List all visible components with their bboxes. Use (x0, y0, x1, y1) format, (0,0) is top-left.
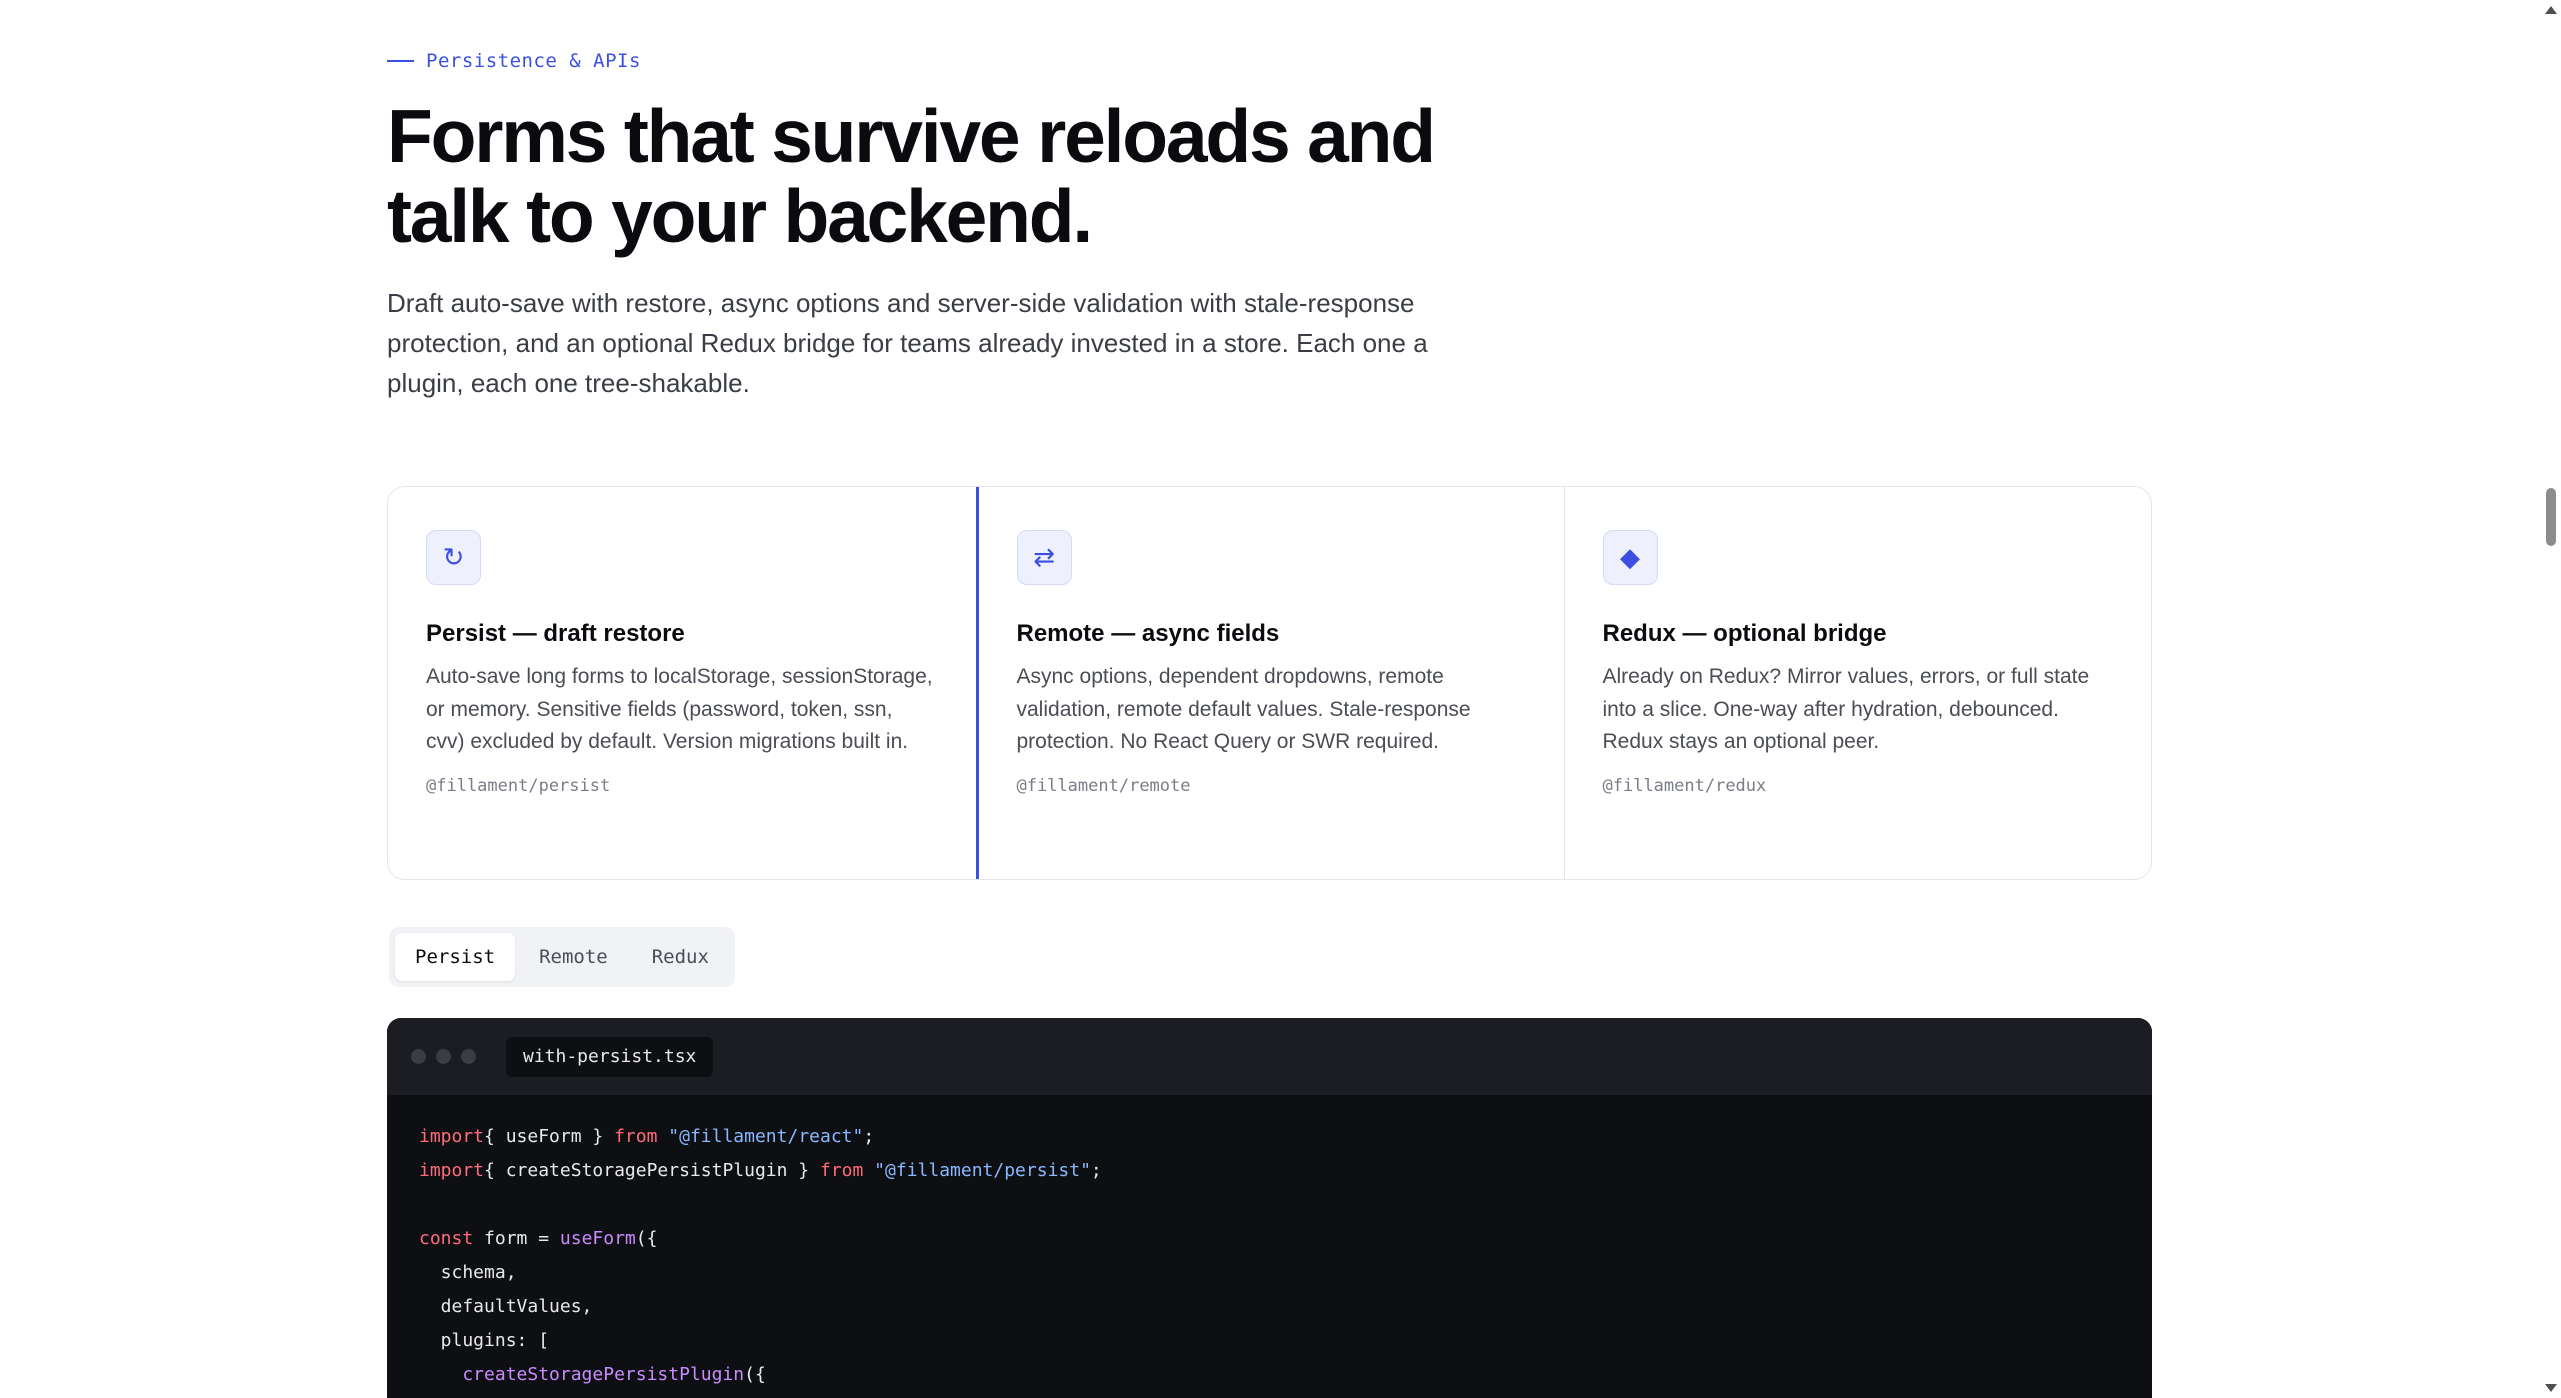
code-token: from (819, 1160, 864, 1181)
code-token: import (419, 1126, 485, 1147)
headline-line-1: Forms that survive reloads and (387, 94, 1436, 178)
feature-cards: ↻ Persist — draft restore Auto-save long… (387, 486, 2152, 880)
refresh-icon: ↻ (426, 530, 481, 585)
vertical-scrollbar[interactable] (2541, 0, 2561, 1398)
scroll-down-arrow-icon[interactable] (2545, 1384, 2557, 1392)
file-tab[interactable]: with-persist.tsx (506, 1036, 714, 1077)
section-lede: Draft auto-save with restore, async opti… (387, 288, 1428, 398)
card-package: @fillament/remote (1016, 775, 1191, 796)
code-tabs: Persist Remote Redux (389, 927, 735, 987)
code-window: with-persist.tsx import{ useForm } from … (387, 1018, 2152, 1398)
card-package: @fillament/redux (1602, 775, 1767, 796)
card-description: Async options, dependent dropdowns, remo… (1016, 665, 1471, 753)
code-line: import{ createStoragePersistPlugin } fro… (419, 1154, 2152, 1188)
code-token: ({ (635, 1228, 658, 1249)
code-token: "@fillament/persist" (863, 1160, 1091, 1181)
code-token: import (419, 1160, 485, 1181)
window-dot-minimize (436, 1049, 451, 1064)
eyebrow-label: Persistence & APIs (426, 50, 641, 72)
code-token: "@fillament/react" (657, 1126, 864, 1147)
code-token: const (419, 1228, 474, 1249)
diamond-icon: ◆ (1602, 530, 1658, 585)
window-dot-maximize (461, 1049, 476, 1064)
code-line: schema, (419, 1256, 2152, 1290)
card-title: Redux — optional bridge (1602, 620, 1887, 647)
section-eyebrow: Persistence & APIs (387, 50, 641, 72)
code-line: const form = useForm({ (419, 1222, 2152, 1256)
card-package: @fillament/persist (426, 775, 611, 796)
code-token: plugins: [ (419, 1330, 550, 1351)
scrollbar-thumb[interactable] (2546, 488, 2556, 546)
eyebrow-dash (387, 60, 414, 62)
code-token: { useForm } (484, 1126, 615, 1147)
code-line: createStoragePersistPlugin({ (419, 1358, 2152, 1392)
scroll-up-arrow-icon[interactable] (2545, 6, 2557, 14)
code-token: defaultValues, (419, 1296, 593, 1317)
code-token: { createStoragePersistPlugin } (484, 1160, 820, 1181)
card-title: Remote — async fields (1016, 620, 1280, 647)
code-token: schema, (419, 1262, 517, 1283)
swap-arrows-icon: ⇄ (1016, 530, 1072, 585)
tab-persist[interactable]: Persist (395, 933, 516, 981)
card-description: Already on Redux? Mirror values, errors,… (1602, 665, 2090, 753)
card-title: Persist — draft restore (426, 620, 685, 647)
headline-line-2: talk to your backend. (387, 174, 1093, 258)
code-token: ; (863, 1126, 875, 1147)
page: Persistence & APIs Forms that survive re… (0, 0, 2561, 1398)
section-headline: Forms that survive reloads and talk to y… (387, 96, 1587, 256)
code-line: defaultValues, (419, 1290, 2152, 1324)
code-token: form = (473, 1228, 560, 1249)
code-window-header: with-persist.tsx (387, 1018, 2152, 1095)
code-token: ; (1090, 1160, 1102, 1181)
tab-redux[interactable]: Redux (632, 933, 729, 981)
code-token: useForm (559, 1228, 636, 1249)
tab-remote[interactable]: Remote (519, 933, 628, 981)
code-token: ({ (744, 1364, 766, 1385)
card-description: Auto-save long forms to localStorage, se… (426, 665, 933, 753)
code-token: from (614, 1126, 658, 1147)
window-dot-close (411, 1049, 426, 1064)
code-line: plugins: [ (419, 1324, 2152, 1358)
card-remote[interactable]: ⇄ Remote — async fields Async options, d… (975, 487, 1564, 879)
card-redux[interactable]: ◆ Redux — optional bridge Already on Red… (1563, 487, 2152, 879)
card-persist[interactable]: ↻ Persist — draft restore Auto-save long… (388, 487, 976, 879)
code-line: import{ useForm } from "@fillament/react… (419, 1120, 2152, 1154)
code-token: createStoragePersistPlugin (419, 1364, 745, 1385)
code-block: import{ useForm } from "@fillament/react… (387, 1095, 2152, 1392)
